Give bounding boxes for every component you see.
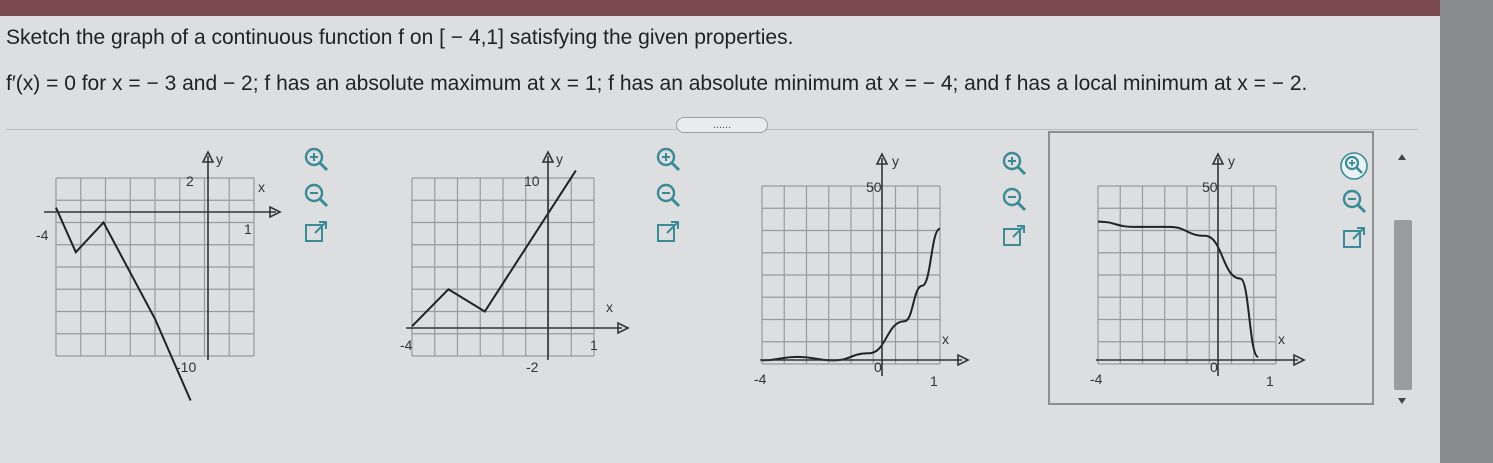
grid: [55, 177, 255, 357]
answer-option-graph-a[interactable]: y x 2 -4 1 -10: [36, 150, 286, 401]
zoom-in-icon[interactable]: [302, 146, 330, 174]
y-min-tick-label: 0: [1210, 359, 1218, 375]
x-max-tick-label: 1: [1266, 373, 1274, 389]
window-right-edge: [1440, 0, 1493, 463]
zoom-out-icon[interactable]: [654, 182, 682, 210]
vertical-scrollbar[interactable]: [1392, 144, 1414, 414]
zoom-in-icon[interactable]: [1340, 152, 1368, 180]
question-instruction: Sketch the graph of a continuous functio…: [6, 26, 794, 49]
zoom-out-icon[interactable]: [302, 182, 330, 210]
external-link-icon[interactable]: [1340, 224, 1368, 252]
external-link-icon[interactable]: [1000, 222, 1028, 250]
x-min-tick-label: -4: [754, 371, 767, 387]
zoom-in-icon[interactable]: [1000, 150, 1028, 178]
graph-tools-c: [1000, 150, 1034, 258]
x-max-tick-label: 1: [590, 337, 598, 353]
external-link-icon[interactable]: [302, 218, 330, 246]
graph-curve: [1097, 220, 1260, 358]
graph-tools-b: [654, 146, 688, 254]
graph-curve: [411, 170, 577, 328]
graph-tools-a: [302, 146, 336, 254]
scroll-down-arrow-icon[interactable]: [1398, 398, 1406, 404]
y-min-tick-label: -2: [526, 359, 539, 375]
window-top-bar: [0, 0, 1440, 16]
y-max-tick-label: 2: [186, 173, 194, 189]
x-min-tick-label: -4: [1090, 371, 1103, 387]
y-min-tick-label: -10: [176, 359, 196, 375]
y-axis-label: y: [1228, 153, 1235, 169]
grid: [411, 177, 595, 357]
graph-tools-d: [1340, 152, 1374, 260]
x-axis-label: x: [942, 331, 949, 347]
y-min-tick-label: 0: [874, 359, 882, 375]
x-axis-label: x: [606, 299, 613, 315]
grid: [1097, 185, 1277, 365]
y-max-tick-label: 50: [866, 179, 882, 195]
x-axis-label: x: [258, 179, 265, 195]
x-min-tick-label: -4: [36, 227, 49, 243]
zoom-out-icon[interactable]: [1000, 186, 1028, 214]
y-max-tick-label: 50: [1202, 179, 1218, 195]
scrollbar-thumb[interactable]: [1394, 220, 1412, 390]
answer-option-graph-c[interactable]: y x 50 -4 1 0: [752, 150, 982, 395]
y-max-tick-label: 10: [524, 173, 540, 189]
x-min-tick-label: -4: [400, 337, 413, 353]
more-options-button[interactable]: ......: [676, 117, 768, 133]
zoom-out-icon[interactable]: [1340, 188, 1368, 216]
y-axis-label: y: [892, 153, 899, 169]
answer-option-graph-d[interactable]: y x 50 -4 1 0: [1088, 150, 1318, 395]
scroll-up-arrow-icon[interactable]: [1398, 154, 1406, 160]
x-max-tick-label: 1: [244, 221, 252, 237]
y-axis-label: y: [216, 151, 223, 167]
grid: [761, 185, 941, 365]
x-axis-label: x: [1278, 331, 1285, 347]
question-properties: f′(x) = 0 for x = − 3 and − 2; f has an …: [6, 72, 1308, 95]
graph-curve: [55, 207, 192, 401]
answer-option-graph-b[interactable]: y x 10 -4 1 -2: [398, 150, 638, 385]
zoom-in-icon[interactable]: [654, 146, 682, 174]
external-link-icon[interactable]: [654, 218, 682, 246]
x-max-tick-label: 1: [930, 373, 938, 389]
y-axis-label: y: [556, 151, 563, 167]
